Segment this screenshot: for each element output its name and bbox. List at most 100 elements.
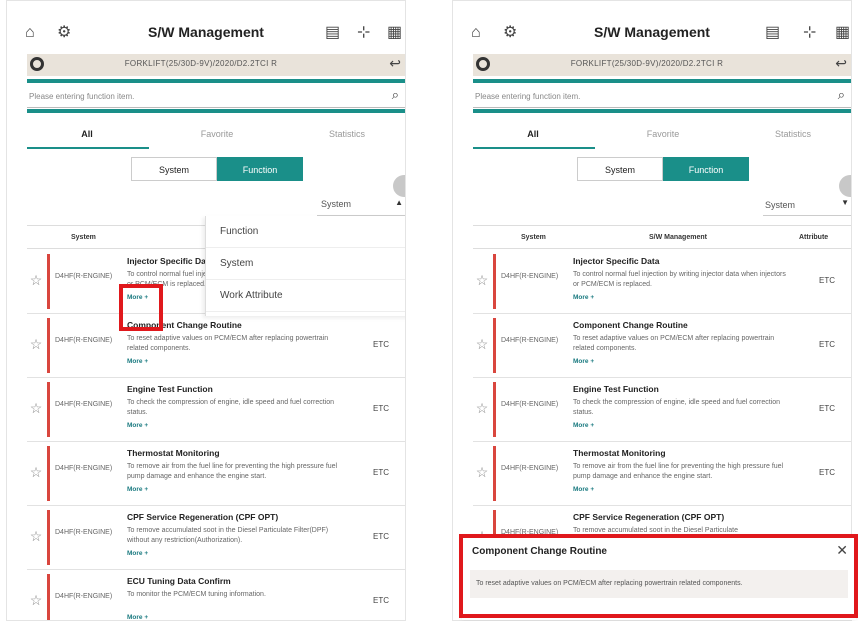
more-link[interactable]: More + (127, 358, 148, 365)
header-system[interactable]: System (71, 234, 96, 241)
row-description: To check the compression of engine, idle… (573, 399, 781, 416)
system-dropdown[interactable]: System ▲ (317, 192, 405, 216)
row-system: D4HF(R-ENGINE) (55, 401, 113, 408)
tab-bar: All Favorite Statistics (27, 123, 405, 149)
search-field[interactable]: Please entering function item. ⌕ (27, 86, 405, 108)
header-system[interactable]: System (521, 234, 546, 241)
row-marker (47, 510, 50, 565)
row-description: To remove air from the fuel line for pre… (127, 463, 338, 480)
caret-up-icon: ▲ (395, 198, 403, 207)
row-system: D4HF(R-ENGINE) (55, 273, 113, 280)
more-link[interactable]: More + (573, 422, 594, 429)
tab-statistics[interactable]: Statistics (287, 129, 405, 139)
function-toggle[interactable]: Function (663, 157, 749, 181)
row-system: D4HF(R-ENGINE) (501, 465, 559, 472)
dropdown-option-system[interactable]: System (206, 248, 405, 280)
favorite-star-icon[interactable]: ☆ (473, 400, 491, 417)
row-marker (47, 318, 50, 373)
row-description: To check the compression of engine, idle… (127, 399, 335, 416)
system-toggle[interactable]: System (577, 157, 663, 181)
row-attribute: ETC (373, 340, 389, 349)
calendar-icon[interactable]: ▤ (325, 23, 340, 43)
row-attribute: ETC (819, 340, 835, 349)
favorite-star-icon[interactable]: ☆ (473, 336, 491, 353)
more-link[interactable]: More + (573, 358, 594, 365)
calendar-icon[interactable]: ▤ (765, 23, 780, 43)
function-toggle[interactable]: Function (217, 157, 303, 181)
more-link[interactable]: More + (127, 486, 148, 493)
header-sw-management[interactable]: S/W Management (649, 234, 707, 241)
row-attribute: ETC (373, 532, 389, 541)
divider (473, 109, 851, 113)
favorite-star-icon[interactable]: ☆ (27, 528, 45, 545)
list-item[interactable]: ☆ D4HF(R-ENGINE) ECU Tuning Data Confirm To… (27, 570, 405, 620)
row-title: Thermostat Monitoring (127, 448, 220, 458)
favorite-star-icon[interactable]: ☆ (27, 336, 45, 353)
row-system: D4HF(R-ENGINE) (55, 593, 113, 600)
list-item[interactable]: ☆ D4HF(R-ENGINE) Thermostat Monitoring To r… (473, 442, 851, 506)
row-attribute: ETC (373, 468, 389, 477)
page-title: S/W Management (594, 24, 710, 40)
tab-favorite[interactable]: Favorite (603, 129, 723, 139)
row-title: Engine Test Function (127, 384, 213, 394)
vehicle-bar: FORKLIFT(25/30D-9V)/2020/D2.2TCI R ↩ (473, 54, 851, 76)
list-item[interactable]: ☆ D4HF(R-ENGINE) CPF Service Regeneration … (27, 506, 405, 570)
search-field[interactable]: Please entering function item. ⌕ (473, 86, 851, 108)
more-link[interactable]: More + (127, 550, 148, 557)
list-item[interactable]: ☆ D4HF(R-ENGINE) Component Change Routine T… (473, 314, 851, 378)
list-item[interactable]: ☆ D4HF(R-ENGINE) Engine Test Function To ch… (27, 378, 405, 442)
tab-all[interactable]: All (27, 129, 147, 139)
row-marker (493, 318, 496, 373)
row-description: To monitor the PCM/ECM tuning informatio… (127, 591, 266, 598)
favorite-star-icon[interactable]: ☆ (27, 464, 45, 481)
row-system: D4HF(R-ENGINE) (55, 337, 113, 344)
vehicle-info: FORKLIFT(25/30D-9V)/2020/D2.2TCI R (570, 59, 724, 68)
dropdown-option-work-attribute[interactable]: Work Attribute (206, 280, 405, 312)
right-screen: ⌂ ⚙ S/W Management ▤ ⊹ ▦ FORKLIFT(25/30D… (452, 0, 852, 621)
row-description: To remove accumulated soot in the Diesel… (127, 527, 329, 544)
favorite-star-icon[interactable]: ☆ (27, 272, 45, 289)
list-item[interactable]: ☆ D4HF(R-ENGINE) Engine Test Function To ch… (473, 378, 851, 442)
more-link[interactable]: More + (573, 294, 594, 301)
page-title: S/W Management (148, 24, 264, 40)
row-system: D4HF(R-ENGINE) (501, 337, 559, 344)
row-attribute: ETC (819, 276, 835, 285)
more-link[interactable]: More + (127, 614, 148, 620)
screenshot-icon[interactable]: ⊹ (357, 23, 370, 43)
more-link[interactable]: More + (573, 486, 594, 493)
system-dropdown[interactable]: System ▼ (763, 192, 851, 216)
list-item[interactable]: ☆ D4HF(R-ENGINE) Thermostat Monitoring To r… (27, 442, 405, 506)
vehicle-bar: FORKLIFT(25/30D-9V)/2020/D2.2TCI R ↩ (27, 54, 405, 76)
top-bar: ⌂ ⚙ S/W Management ▤ ⊹ ▦ (7, 19, 405, 47)
view-toggle: System Function (131, 157, 303, 181)
header-attribute[interactable]: Attribute (799, 234, 828, 241)
row-marker (47, 254, 50, 309)
row-marker (47, 446, 50, 501)
more-link[interactable]: More + (127, 422, 148, 429)
system-toggle[interactable]: System (131, 157, 217, 181)
row-title: Component Change Routine (573, 320, 688, 330)
row-description: To remove air from the fuel line for pre… (573, 463, 784, 480)
favorite-star-icon[interactable]: ☆ (473, 272, 491, 289)
tab-statistics[interactable]: Statistics (733, 129, 851, 139)
search-icon[interactable]: ⌕ (392, 87, 399, 103)
row-title: Engine Test Function (573, 384, 659, 394)
return-icon[interactable]: ↩ (389, 55, 401, 72)
grid-menu-icon[interactable]: ▦ (835, 23, 850, 43)
tab-all[interactable]: All (473, 129, 593, 139)
favorite-star-icon[interactable]: ☆ (473, 464, 491, 481)
row-title: CPF Service Regeneration (CPF OPT) (127, 512, 279, 522)
favorite-star-icon[interactable]: ☆ (27, 592, 45, 609)
divider (27, 79, 405, 83)
screenshot-icon[interactable]: ⊹ (803, 23, 816, 43)
grid-menu-icon[interactable]: ▦ (387, 23, 402, 43)
highlight-box (119, 284, 163, 331)
dropdown-option-function[interactable]: Function (206, 216, 405, 248)
list-item[interactable]: ☆ D4HF(R-ENGINE) Component Change Routine T… (27, 314, 405, 378)
return-icon[interactable]: ↩ (835, 55, 847, 72)
favorite-star-icon[interactable]: ☆ (27, 400, 45, 417)
list-item[interactable]: ☆ D4HF(R-ENGINE) Injector Specific Data To … (473, 250, 851, 314)
row-title: Injector Specific Data (573, 256, 660, 266)
tab-favorite[interactable]: Favorite (157, 129, 277, 139)
search-icon[interactable]: ⌕ (838, 87, 845, 103)
